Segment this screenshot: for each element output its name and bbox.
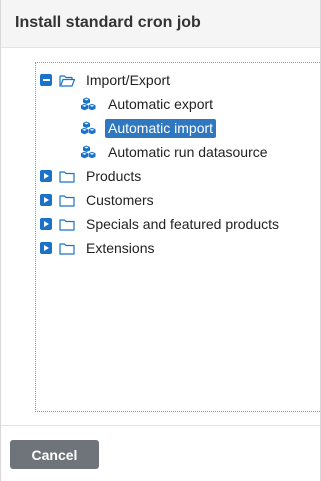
expand-toggle-icon[interactable] bbox=[40, 242, 52, 254]
tree-leaf-label-selected: Automatic import bbox=[105, 118, 217, 138]
cron-job-dialog: Install standard cron job Import/Export … bbox=[0, 0, 321, 481]
tree-leaf-automatic-run-datasource[interactable]: Automatic run datasource bbox=[81, 142, 271, 162]
cancel-button[interactable]: Cancel bbox=[10, 440, 99, 469]
folder-icon bbox=[59, 218, 75, 231]
expand-toggle-icon[interactable] bbox=[40, 170, 52, 182]
folder-icon bbox=[59, 170, 75, 183]
cubes-icon bbox=[81, 97, 96, 111]
folder-icon bbox=[59, 194, 75, 207]
dialog-title: Install standard cron job bbox=[15, 14, 201, 31]
tree-leaf-automatic-import[interactable]: Automatic import bbox=[81, 118, 217, 138]
expand-toggle-icon[interactable] bbox=[40, 194, 52, 206]
collapse-toggle-icon[interactable] bbox=[40, 74, 52, 86]
tree-node-specials-featured[interactable]: Specials and featured products bbox=[40, 214, 282, 234]
tree-leaf-label: Automatic run datasource bbox=[108, 143, 268, 160]
tree-node-products[interactable]: Products bbox=[40, 166, 144, 186]
folder-icon bbox=[59, 242, 75, 255]
expand-toggle-icon[interactable] bbox=[40, 218, 52, 230]
dialog-footer: Cancel bbox=[1, 425, 320, 481]
cubes-icon bbox=[81, 145, 96, 159]
cron-tree[interactable] bbox=[35, 62, 320, 412]
tree-node-label: Customers bbox=[86, 191, 154, 208]
tree-node-import-export[interactable]: Import/Export bbox=[40, 70, 173, 90]
tree-leaf-label: Automatic export bbox=[108, 95, 214, 112]
tree-node-customers[interactable]: Customers bbox=[40, 190, 157, 210]
tree-node-label: Import/Export bbox=[86, 71, 171, 88]
tree-node-label: Extensions bbox=[86, 239, 155, 256]
tree-node-label: Specials and featured products bbox=[86, 215, 280, 232]
dialog-header: Install standard cron job bbox=[1, 0, 320, 48]
cubes-icon bbox=[81, 121, 96, 135]
tree-leaf-automatic-export[interactable]: Automatic export bbox=[81, 94, 216, 114]
tree-node-extensions[interactable]: Extensions bbox=[40, 238, 157, 258]
folder-open-icon bbox=[59, 74, 75, 87]
tree-node-label: Products bbox=[86, 167, 142, 184]
